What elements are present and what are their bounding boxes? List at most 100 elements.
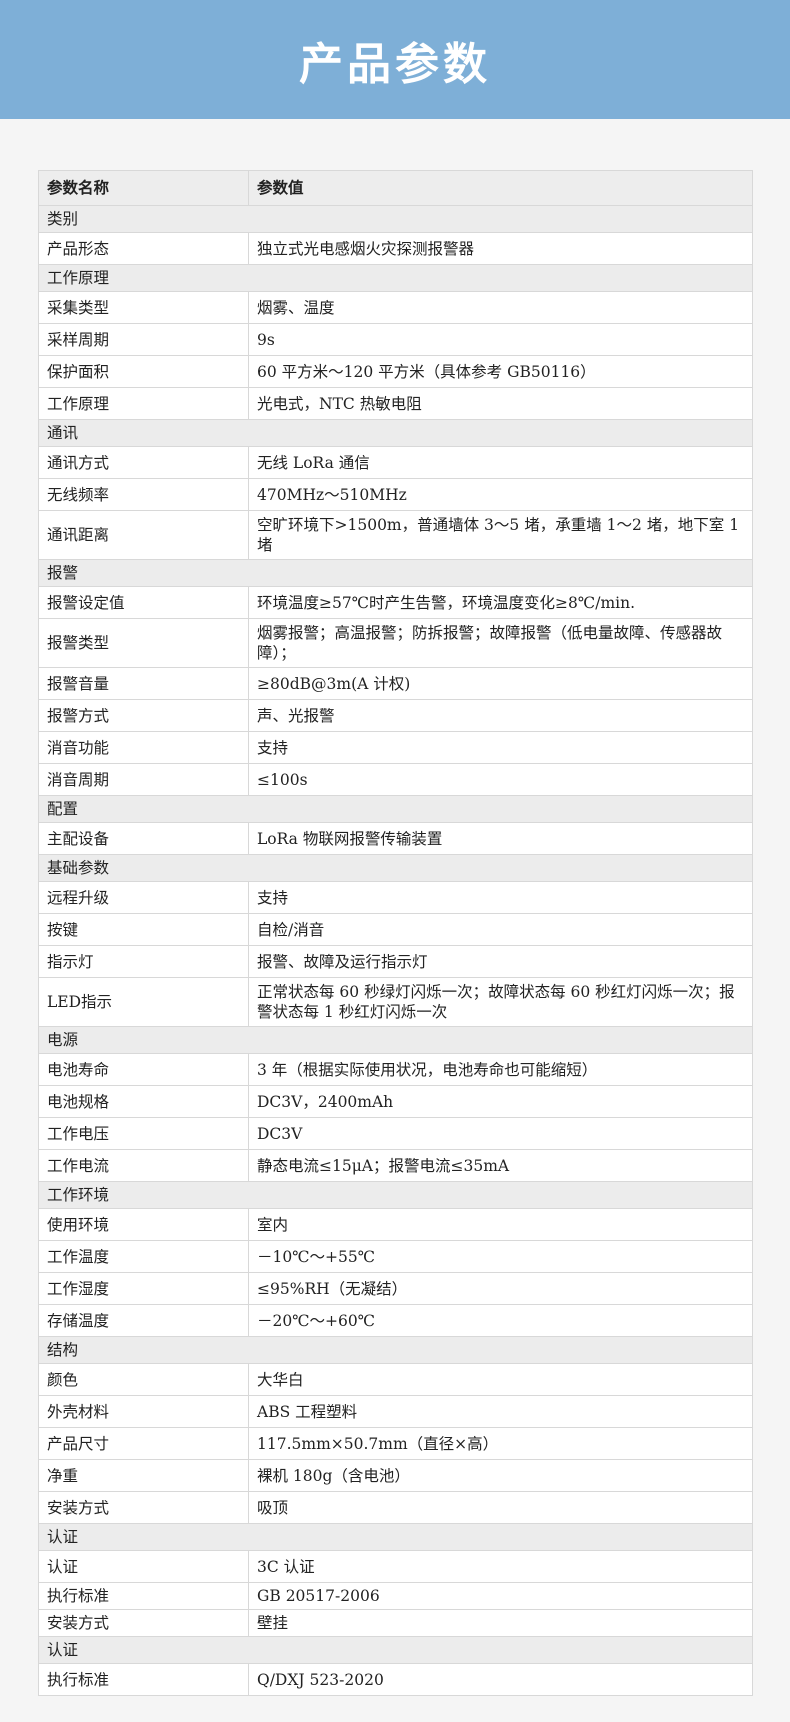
param-name: 净重: [38, 1459, 249, 1492]
param-name: 外壳材料: [38, 1395, 249, 1428]
param-value: ≥80dB@3m(A 计权): [248, 667, 753, 700]
param-name: 安装方式: [38, 1491, 249, 1524]
section-header-row: 类别: [38, 205, 753, 233]
param-value: Q/DXJ 523-2020: [248, 1663, 753, 1696]
header-param-name: 参数名称: [38, 170, 249, 206]
table-row: 采样周期 9s: [38, 323, 753, 356]
param-value: 独立式光电感烟火灾探测报警器: [248, 232, 753, 265]
param-name: 工作电流: [38, 1149, 249, 1182]
param-value: 壁挂: [248, 1609, 753, 1637]
table-row: 远程升级 支持: [38, 881, 753, 914]
table-row: 通讯距离 空旷环境下>1500m，普通墙体 3～5 堵，承重墙 1～2 堵，地下室…: [38, 510, 753, 560]
param-name: 通讯方式: [38, 446, 249, 479]
section-label: 结构: [38, 1336, 753, 1364]
section-header-row: 基础参数: [38, 854, 753, 882]
param-name: 使用环境: [38, 1208, 249, 1241]
section-header-row: 认证: [38, 1636, 753, 1664]
param-name: 认证: [38, 1550, 249, 1583]
param-name: 颜色: [38, 1363, 249, 1396]
table-row: 外壳材料 ABS 工程塑料: [38, 1395, 753, 1428]
table-row: 执行标准 Q/DXJ 523-2020: [38, 1663, 753, 1696]
table-row: 工作电压 DC3V: [38, 1117, 753, 1150]
param-name: 报警类型: [38, 618, 249, 668]
param-name: 通讯距离: [38, 510, 249, 560]
section-label: 报警: [38, 559, 753, 587]
table-row: 采集类型 烟雾、温度: [38, 291, 753, 324]
table-row: 指示灯 报警、故障及运行指示灯: [38, 945, 753, 978]
section-header-row: 认证: [38, 1523, 753, 1551]
param-name: 采集类型: [38, 291, 249, 324]
param-value: 无线 LoRa 通信: [248, 446, 753, 479]
param-value: 烟雾、温度: [248, 291, 753, 324]
table-row: 产品形态 独立式光电感烟火灾探测报警器: [38, 232, 753, 265]
param-name: 报警设定值: [38, 586, 249, 619]
param-name: 产品形态: [38, 232, 249, 265]
table-row: 安装方式 吸顶: [38, 1491, 753, 1524]
page-title: 产品参数: [299, 38, 491, 90]
section-label: 认证: [38, 1523, 753, 1551]
param-name: 执行标准: [38, 1582, 249, 1610]
param-value: DC3V: [248, 1117, 753, 1150]
table-row: 消音周期 ≤100s: [38, 763, 753, 796]
param-name: 工作原理: [38, 387, 249, 420]
section-header-row: 工作环境: [38, 1181, 753, 1209]
param-value: 室内: [248, 1208, 753, 1241]
table-row: 产品尺寸 117.5mm×50.7mm（直径×高）: [38, 1427, 753, 1460]
spec-table-container: 参数名称 参数值 类别 产品形态 独立式光电感烟火灾探测报警器 工作原理 采集类型 烟雾、…: [38, 170, 753, 1696]
table-row: 执行标准 GB 20517-2006: [38, 1582, 753, 1610]
table-row: 保护面积 60 平方米～120 平方米（具体参考 GB50116）: [38, 355, 753, 388]
table-row: 报警类型 烟雾报警；高温报警；防拆报警；故障报警（低电量故障、传感器故障）；: [38, 618, 753, 668]
section-header-row: 通讯: [38, 419, 753, 447]
table-row: 通讯方式 无线 LoRa 通信: [38, 446, 753, 479]
param-name: 存储温度: [38, 1304, 249, 1337]
param-name: 产品尺寸: [38, 1427, 249, 1460]
param-value: 3 年（根据实际使用状况，电池寿命也可能缩短）: [248, 1053, 753, 1086]
table-row: 无线频率 470MHz～510MHz: [38, 478, 753, 511]
table-row: 使用环境 室内: [38, 1208, 753, 1241]
param-name: 电池寿命: [38, 1053, 249, 1086]
section-label: 工作环境: [38, 1181, 753, 1209]
param-name: 按键: [38, 913, 249, 946]
param-value: 空旷环境下>1500m，普通墙体 3～5 堵，承重墙 1～2 堵，地下室 1 堵: [248, 510, 753, 560]
param-value: DC3V，2400mAh: [248, 1085, 753, 1118]
section-label: 基础参数: [38, 854, 753, 882]
table-row: 工作原理 光电式，NTC 热敏电阻: [38, 387, 753, 420]
param-value: 60 平方米～120 平方米（具体参考 GB50116）: [248, 355, 753, 388]
param-value: 9s: [248, 323, 753, 356]
param-value: －20℃～+60℃: [248, 1304, 753, 1337]
param-value: LoRa 物联网报警传输装置: [248, 822, 753, 855]
param-name: LED指示: [38, 977, 249, 1027]
section-label: 通讯: [38, 419, 753, 447]
table-row: 安装方式 壁挂: [38, 1609, 753, 1637]
param-name: 工作温度: [38, 1240, 249, 1273]
table-row: 工作电流 静态电流≤15μA；报警电流≤35mA: [38, 1149, 753, 1182]
param-value: 环境温度≥57℃时产生告警，环境温度变化≥8℃/min.: [248, 586, 753, 619]
table-row: 报警设定值 环境温度≥57℃时产生告警，环境温度变化≥8℃/min.: [38, 586, 753, 619]
table-row: 主配设备 LoRa 物联网报警传输装置: [38, 822, 753, 855]
param-name: 执行标准: [38, 1663, 249, 1696]
param-value: GB 20517-2006: [248, 1582, 753, 1610]
param-value: 光电式，NTC 热敏电阻: [248, 387, 753, 420]
param-value: 117.5mm×50.7mm（直径×高）: [248, 1427, 753, 1460]
param-value: 自检/消音: [248, 913, 753, 946]
param-value: －10℃～+55℃: [248, 1240, 753, 1273]
param-name: 保护面积: [38, 355, 249, 388]
table-row: 存储温度 －20℃～+60℃: [38, 1304, 753, 1337]
param-name: 工作湿度: [38, 1272, 249, 1305]
page-banner: 产品参数: [0, 0, 790, 119]
param-name: 指示灯: [38, 945, 249, 978]
table-row: 报警音量 ≥80dB@3m(A 计权): [38, 667, 753, 700]
spec-table-body: 参数名称 参数值 类别 产品形态 独立式光电感烟火灾探测报警器 工作原理 采集类型 烟雾、…: [38, 170, 753, 1696]
table-row: 按键 自检/消音: [38, 913, 753, 946]
param-name: 消音功能: [38, 731, 249, 764]
section-header-row: 工作原理: [38, 264, 753, 292]
table-row: 电池规格 DC3V，2400mAh: [38, 1085, 753, 1118]
param-value: 支持: [248, 731, 753, 764]
param-name: 安装方式: [38, 1609, 249, 1637]
param-name: 远程升级: [38, 881, 249, 914]
table-row: 认证 3C 认证: [38, 1550, 753, 1583]
table-row: 工作湿度 ≤95%RH（无凝结）: [38, 1272, 753, 1305]
param-name: 报警方式: [38, 699, 249, 732]
table-row: 报警方式 声、光报警: [38, 699, 753, 732]
param-name: 消音周期: [38, 763, 249, 796]
